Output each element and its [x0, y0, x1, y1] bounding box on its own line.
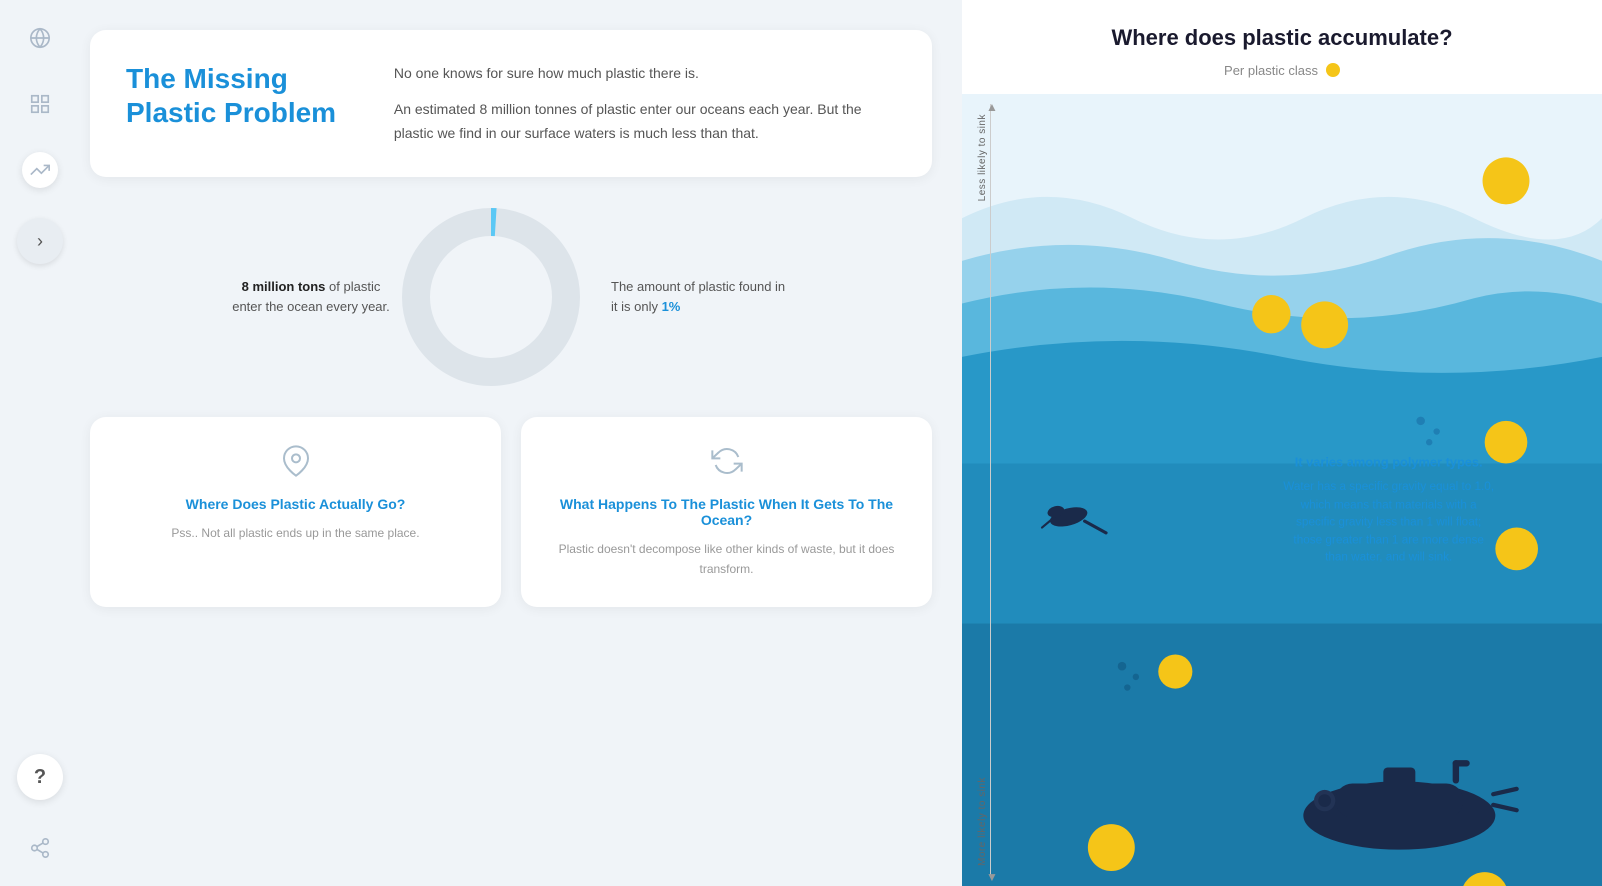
card-where-title: Where Does Plastic Actually Go? — [186, 496, 406, 512]
y-axis-labels: Less likely to sink More likely to sink — [970, 94, 994, 886]
recycle-icon — [711, 445, 743, 484]
card-what-title: What Happens To The Plastic When It Gets… — [545, 496, 908, 528]
share-icon[interactable] — [22, 830, 58, 866]
stat-right-text: The amount of plastic found in it is onl… — [611, 279, 785, 315]
y-label-bottom: More likely to sink — [977, 777, 988, 866]
sidebar-bottom: ? — [17, 754, 63, 866]
hero-desc-2: An estimated 8 million tonnes of plastic… — [394, 98, 896, 146]
stat-percent: 1% — [662, 299, 681, 314]
pin-icon — [280, 445, 312, 484]
legend-dot — [1326, 63, 1340, 77]
hero-description: No one knows for sure how much plastic t… — [394, 62, 896, 145]
ocean-svg: It varies among polymer types. Water has… — [962, 94, 1602, 886]
navigate-forward-button[interactable]: › — [17, 218, 63, 264]
legend-label: Per plastic class — [1224, 63, 1318, 78]
card-what-happens[interactable]: What Happens To The Plastic When It Gets… — [521, 417, 932, 606]
y-label-top: Less likely to sink — [977, 114, 988, 201]
stat-million-tons: 8 million tons — [242, 279, 326, 294]
card-where-plastic[interactable]: Where Does Plastic Actually Go? Pss.. No… — [90, 417, 501, 606]
sidebar: › ? — [0, 0, 80, 886]
right-panel-title: Where does plastic accumulate? — [994, 24, 1570, 53]
table-icon[interactable] — [22, 86, 58, 122]
card-what-desc: Plastic doesn't decompose like other kin… — [545, 540, 908, 578]
legend-row: Per plastic class — [994, 63, 1570, 78]
stats-row: 8 million tons of plastic enter the ocea… — [90, 197, 932, 397]
ocean-visualization: ▲ ▼ Less likely to sink More likely to s… — [962, 94, 1602, 886]
stat-left: 8 million tons of plastic enter the ocea… — [231, 277, 391, 319]
hero-desc-1: No one knows for sure how much plastic t… — [394, 62, 896, 86]
hero-card: The Missing Plastic Problem No one knows… — [90, 30, 932, 177]
stat-right: The amount of plastic found in it is onl… — [591, 277, 791, 319]
main-content: The Missing Plastic Problem No one knows… — [80, 0, 962, 886]
card-where-desc: Pss.. Not all plastic ends up in the sam… — [171, 524, 419, 543]
bottom-cards: Where Does Plastic Actually Go? Pss.. No… — [90, 417, 932, 606]
hero-title: The Missing Plastic Problem — [126, 62, 354, 145]
help-icon[interactable]: ? — [17, 754, 63, 800]
right-panel-header: Where does plastic accumulate? Per plast… — [962, 0, 1602, 94]
right-panel: Where does plastic accumulate? Per plast… — [962, 0, 1602, 886]
donut-chart — [391, 197, 591, 397]
globe-icon[interactable] — [22, 20, 58, 56]
trend-icon[interactable] — [22, 152, 58, 188]
